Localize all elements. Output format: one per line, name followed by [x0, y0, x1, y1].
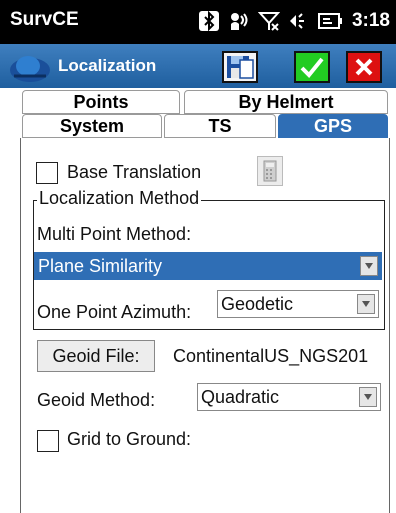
- no-signal-icon: [257, 12, 280, 31]
- multi-point-method-label: Multi Point Method:: [37, 224, 192, 244]
- close-button[interactable]: [346, 51, 382, 83]
- localization-method-legend: Localization Method: [37, 188, 202, 209]
- tab-points[interactable]: Points: [22, 90, 180, 114]
- multi-point-method-value: Plane Similarity: [38, 256, 163, 276]
- save-button[interactable]: [222, 51, 258, 83]
- base-translation-checkbox[interactable]: [36, 162, 58, 184]
- tab-bar: Points By Helmert System TS GPS: [0, 88, 396, 138]
- one-point-azimuth-select[interactable]: Geodetic: [217, 290, 379, 318]
- geoid-file-value: ContinentalUS_NGS201: [173, 346, 369, 366]
- tab-gps[interactable]: GPS: [278, 114, 388, 138]
- multi-point-method-select[interactable]: Plane Similarity: [34, 252, 382, 280]
- title-bar: Localization: [0, 44, 396, 88]
- status-bar: SurvCE 3:18: [0, 0, 396, 44]
- ok-button[interactable]: [294, 51, 330, 83]
- app-name: SurvCE: [10, 9, 79, 30]
- grid-to-ground-checkbox[interactable]: [37, 430, 59, 452]
- bluetooth-icon: [198, 10, 219, 32]
- page-title: Localization: [58, 56, 157, 75]
- geoid-method-value: Quadratic: [201, 387, 280, 407]
- volume-icon: [289, 13, 304, 29]
- tab-by-helmert[interactable]: By Helmert: [184, 90, 388, 114]
- check-icon: [300, 57, 324, 78]
- save-icon: [227, 56, 254, 79]
- tab-system[interactable]: System: [22, 114, 162, 138]
- clock: 3:18: [351, 10, 390, 31]
- dropdown-arrow-icon: [360, 256, 378, 276]
- gps-panel: Base Translation Localization Method Mul…: [20, 138, 390, 513]
- tab-ts[interactable]: TS: [164, 114, 276, 138]
- grid-to-ground-label: Grid to Ground:: [67, 429, 192, 449]
- geoid-file-button[interactable]: Geoid File:: [37, 340, 155, 372]
- close-icon: [355, 58, 373, 76]
- signal-icon: [230, 13, 248, 30]
- one-point-azimuth-value: Geodetic: [221, 294, 294, 314]
- status-icons: 3:18: [198, 6, 390, 36]
- surveyor-logo-icon: [10, 56, 50, 82]
- one-point-azimuth-label: One Point Azimuth:: [37, 302, 192, 322]
- calculator-icon: [263, 160, 277, 182]
- battery-icon: [317, 13, 342, 29]
- dropdown-arrow-icon: [359, 387, 377, 407]
- calculator-button[interactable]: [257, 156, 283, 186]
- base-translation-label: Base Translation: [67, 162, 202, 182]
- dropdown-arrow-icon: [357, 294, 375, 314]
- geoid-method-select[interactable]: Quadratic: [197, 383, 381, 411]
- geoid-method-label: Geoid Method:: [37, 390, 156, 410]
